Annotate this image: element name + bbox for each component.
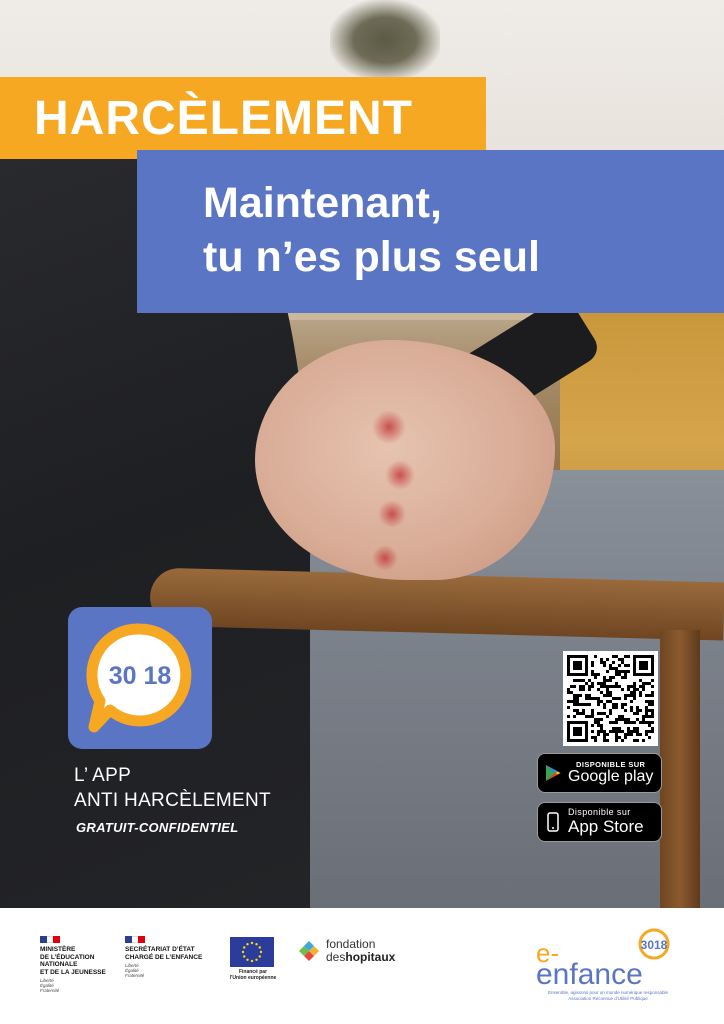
app-icon-number: 30 18 <box>109 662 172 690</box>
google-play-icon <box>538 764 568 782</box>
fondation-line-2b: hopitaux <box>345 950 396 964</box>
ministere-line-1: MINISTÈRE <box>40 946 76 953</box>
app-tagline: GRATUIT-CONFIDENTIEL <box>76 820 239 835</box>
french-flag-icon <box>40 936 61 943</box>
ministere-line-2: DE L’ÉDUCATION <box>40 953 95 961</box>
app-store-label: App Store <box>568 816 644 836</box>
secretariat-line-2: CHARGÉ DE L’ENFANCE <box>125 953 203 961</box>
fondation-diamond-icon <box>299 941 319 961</box>
app-name-line-1: L’ APP <box>74 765 132 786</box>
ministere-logo: MINISTÈRE DE L’ÉDUCATION NATIONALE ET DE… <box>40 936 120 993</box>
french-flag-icon <box>125 936 146 943</box>
photo-plant <box>330 0 440 80</box>
ministere-motto-3: Fraternité <box>40 988 60 993</box>
e-enfance-badge: 3018 <box>641 938 668 952</box>
secretariat-logo: SECRÉTARIAT D’ÉTAT CHARGÉ DE L’ENFANCE L… <box>125 936 225 978</box>
app-store-button[interactable]: Disponible sur App Store <box>537 802 662 842</box>
app-icon[interactable]: 30 18 <box>68 607 212 749</box>
fondation-logo: fondation deshopitaux <box>298 938 395 964</box>
google-play-button[interactable]: DISPONIBLE SUR Google play <box>537 753 662 793</box>
secretariat-line-1: SECRÉTARIAT D’ÉTAT <box>125 946 195 953</box>
speech-bubble-icon: 30 18 <box>86 623 192 733</box>
qr-code[interactable] <box>563 651 658 746</box>
subtitle-line-2: tu n’es plus seul <box>203 233 540 281</box>
eu-flag-icon <box>230 937 274 967</box>
phone-icon <box>538 812 568 832</box>
app-name-line-2: ANTI HARCÈLEMENT <box>74 790 271 811</box>
eu-text-line-2: l’Union européenne <box>229 975 277 981</box>
eu-funding-text: Financé par l’Union européenne <box>226 969 280 981</box>
page-title: HARCÈLEMENT <box>34 91 413 145</box>
qr-code-icon <box>567 655 654 742</box>
subtitle-banner: Maintenant, tu n’es plus seul <box>137 150 724 313</box>
photo-bruise <box>372 410 406 444</box>
title-banner: HARCÈLEMENT <box>0 77 486 159</box>
photo-bruise <box>378 500 406 528</box>
photo-chair-leg <box>660 630 700 908</box>
e-enfance-subtag: Association Reconnue d’Utilité Publique <box>568 995 648 1001</box>
e-enfance-word: enfance <box>536 958 643 990</box>
footer: MINISTÈRE DE L’ÉDUCATION NATIONALE ET DE… <box>0 908 724 1024</box>
fondation-line-2a: des <box>326 950 346 964</box>
ministere-line-4: ET DE LA JEUNESSE <box>40 968 106 976</box>
subtitle-line-1: Maintenant, <box>203 179 442 227</box>
secretariat-motto-3: Fraternité <box>125 973 145 978</box>
e-enfance-tagline: Ensemble, agissons pour un monde numériq… <box>547 990 669 995</box>
e-enfance-logo: 3018 e- enfance Ensemble, agissons pour … <box>532 928 682 1008</box>
app-name: L’ APP ANTI HARCÈLEMENT <box>74 763 271 813</box>
photo-bruise <box>385 460 415 490</box>
google-play-label: Google play <box>568 767 654 785</box>
photo-bruise <box>372 545 398 571</box>
ministere-line-3: NATIONALE <box>40 961 78 968</box>
